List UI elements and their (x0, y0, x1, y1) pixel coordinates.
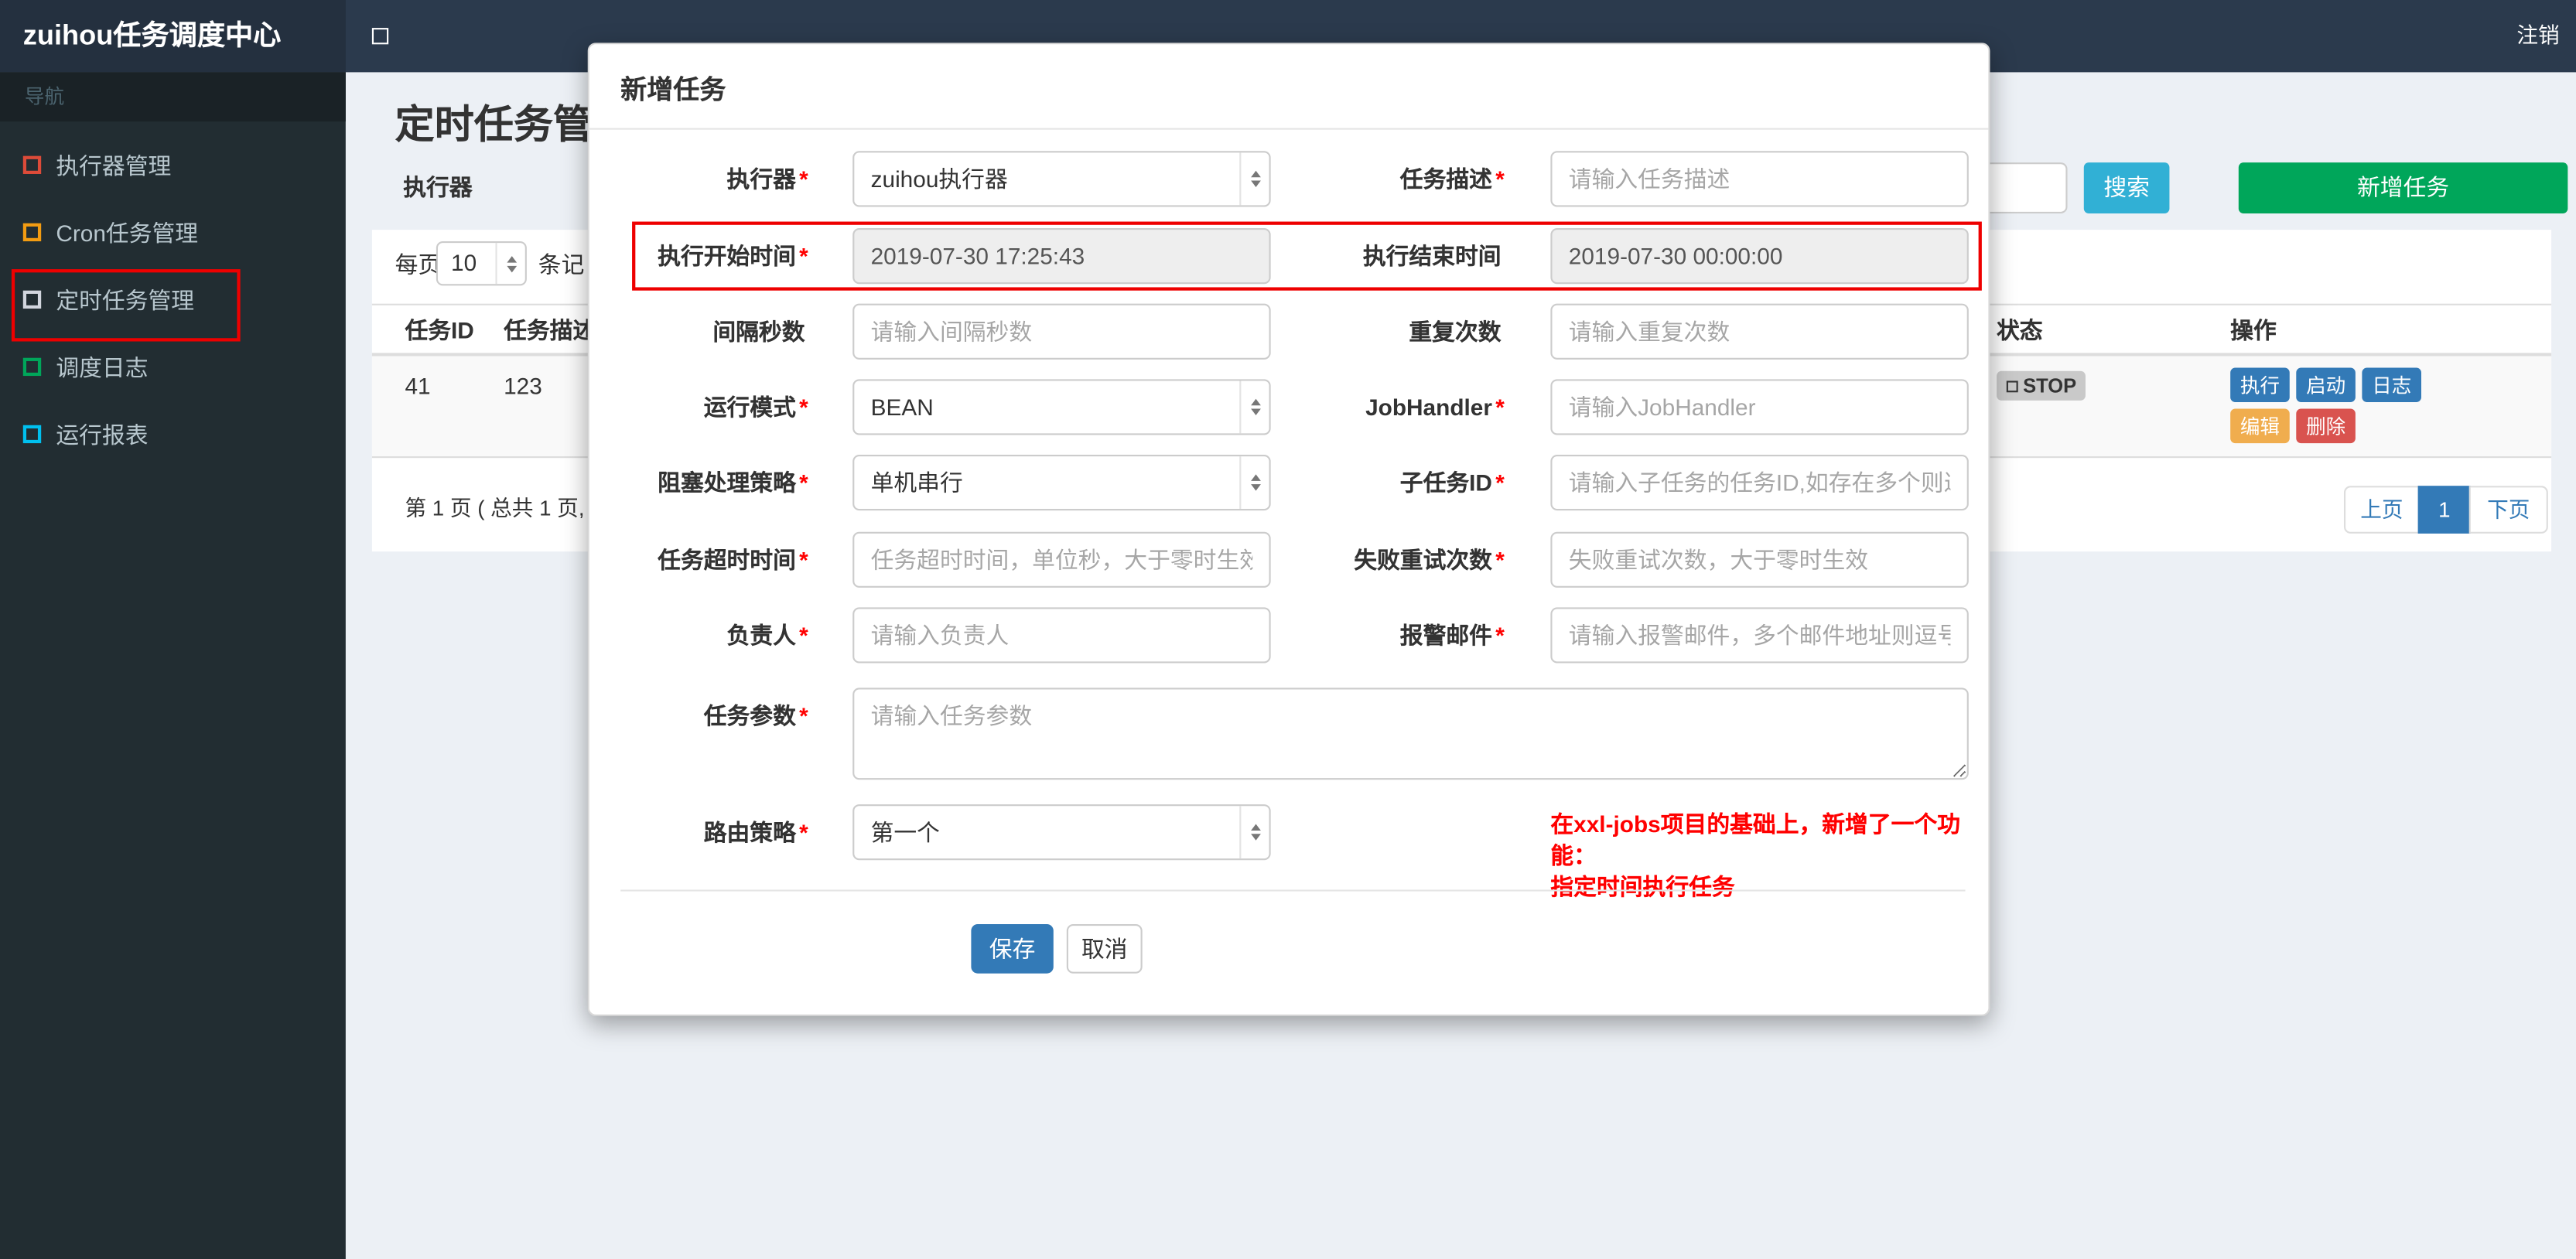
repeat-count-input[interactable] (1550, 303, 1969, 360)
add-task-button[interactable]: 新增任务 (2238, 162, 2568, 213)
modal-title: 新增任务 (620, 77, 726, 105)
cell-task-id: 41 (405, 372, 431, 399)
col-header-operation: 操作 (2230, 316, 2277, 343)
select-updown-icon (1239, 456, 1269, 510)
fail-retry-count-input[interactable] (1550, 531, 1969, 588)
col-header-task-id: 任务ID (405, 316, 474, 343)
label-end-time: 执行结束时间 (1362, 243, 1502, 270)
task-desc-input[interactable] (1550, 151, 1969, 207)
modal-footer-divider (620, 889, 1966, 892)
sidebar-item-label: 运行报表 (56, 421, 149, 448)
select-updown-icon (1239, 806, 1269, 859)
form-row: 执行开始时间* 执行结束时间 (589, 228, 1989, 285)
label-repeat-count: 重复次数 (1409, 318, 1502, 345)
sidebar-item-scheduled-task-management[interactable]: 定时任务管理 (0, 266, 346, 333)
app-logo[interactable]: zuihou任务调度中心 (0, 0, 346, 73)
select-updown-icon (495, 243, 524, 285)
status-badge: STOP (1997, 370, 2086, 401)
search-button[interactable]: 搜索 (2083, 162, 2170, 213)
pagesize-suffix: 条记 (538, 251, 585, 278)
executor-filter-label: 执行器 (403, 173, 473, 200)
col-header-task-desc: 任务描述 (504, 316, 596, 343)
square-icon (22, 155, 42, 174)
label-task-timeout: 任务超时时间 * (658, 546, 808, 573)
sidebar-toggle-icon[interactable] (371, 28, 389, 45)
form-row: 阻塞处理策略 * 单机串行 子任务ID * (589, 454, 1989, 511)
end-time-input[interactable] (1550, 228, 1969, 285)
square-icon (22, 425, 42, 444)
sidebar: 导航 执行器管理 Cron任务管理 定时任务管理 调度日志 运行报表 (0, 72, 346, 1259)
label-alarm-email: 报警邮件 * (1399, 622, 1505, 649)
cell-task-desc: 123 (504, 372, 542, 399)
task-params-textarea[interactable] (852, 688, 1969, 780)
sidebar-item-dispatch-log[interactable]: 调度日志 (0, 333, 346, 401)
logout-link[interactable]: 注销 (2507, 0, 2570, 72)
sidebar-item-label: 执行器管理 (56, 152, 172, 179)
pagination-next-button[interactable]: 下页 (2468, 486, 2548, 534)
start-button[interactable]: 启动 (2296, 367, 2356, 403)
save-button[interactable]: 保存 (971, 924, 1054, 974)
form-row: 负责人* 报警邮件* (589, 607, 1989, 664)
edit-button[interactable]: 编辑 (2230, 408, 2290, 444)
label-owner: 负责人 * (726, 622, 808, 649)
label-executor: 执行器 * (726, 165, 808, 193)
form-row: 间隔秒数 重复次数 (589, 303, 1989, 360)
pagination-summary: 第 1 页 ( 总共 1 页, 1 (405, 496, 603, 520)
select-updown-icon (1239, 152, 1269, 206)
start-time-input[interactable] (852, 228, 1271, 285)
label-run-mode: 运行模式 * (703, 394, 808, 421)
pagesize-prefix: 每页 (395, 251, 442, 278)
modal-header-divider (589, 128, 1989, 130)
pagesize-select[interactable]: 10 (436, 241, 527, 286)
log-button[interactable]: 日志 (2362, 367, 2422, 403)
sidebar-section-label: 导航 (0, 72, 346, 122)
add-task-modal: 新增任务 执行器* zuihou执行器 任务描述* 执行开始时间* 执行结束时间… (587, 43, 1990, 1016)
block-strategy-select[interactable]: 单机串行 (852, 454, 1271, 511)
col-header-status: 状态 (1997, 316, 2043, 343)
label-route-strategy: 路由策略 * (703, 819, 808, 846)
delete-button[interactable]: 删除 (2296, 408, 2356, 444)
run-mode-select[interactable]: BEAN (852, 379, 1271, 435)
alarm-email-input[interactable] (1550, 607, 1969, 664)
sidebar-item-run-report[interactable]: 运行报表 (0, 401, 346, 468)
form-row: 任务超时时间* 失败重试次数* (589, 531, 1989, 588)
label-block-strategy: 阻塞处理策略 * (658, 469, 808, 496)
square-icon (22, 290, 42, 309)
label-jobhandler: JobHandler * (1365, 394, 1505, 421)
row-actions: 执行 启动 日志 编辑 删除 (2230, 367, 2438, 444)
pagination-prev-button[interactable]: 上页 (2343, 486, 2420, 534)
sidebar-item-executor-management[interactable]: 执行器管理 (0, 131, 346, 199)
task-timeout-input[interactable] (852, 531, 1271, 588)
label-fail-retry-count: 失败重试次数 * (1354, 546, 1505, 573)
executor-select[interactable]: zuihou执行器 (852, 151, 1271, 207)
form-row: 执行器 * zuihou执行器 任务描述 * (589, 151, 1989, 207)
execute-button[interactable]: 执行 (2230, 367, 2290, 403)
pagination-page-1-button[interactable]: 1 (2417, 486, 2471, 534)
sidebar-item-label: 调度日志 (56, 353, 149, 380)
form-row: 运行模式 * BEAN JobHandler * (589, 379, 1989, 435)
select-updown-icon (1239, 380, 1269, 434)
sidebar-item-label: Cron任务管理 (56, 219, 199, 246)
child-task-id-input[interactable] (1550, 454, 1969, 511)
jobhandler-input[interactable] (1550, 379, 1969, 435)
feature-note: 在xxl-jobs项目的基础上，新增了一个功能： 指定时间执行任务 (1550, 810, 1961, 900)
label-interval-seconds: 间隔秒数 (712, 318, 805, 345)
square-icon (2006, 380, 2018, 392)
interval-seconds-input[interactable] (852, 303, 1271, 360)
label-task-params: 任务参数 * (703, 702, 808, 729)
cancel-button[interactable]: 取消 (1066, 924, 1143, 974)
square-icon (22, 357, 42, 377)
label-start-time: 执行开始时间 * (658, 243, 808, 270)
route-strategy-select[interactable]: 第一个 (852, 804, 1271, 861)
app-root: zuihou任务调度中心 注销 导航 执行器管理 Cron任务管理 定时任务管理… (0, 0, 2576, 1259)
sidebar-item-cron-task-management[interactable]: Cron任务管理 (0, 199, 346, 266)
sidebar-item-label: 定时任务管理 (56, 286, 195, 313)
label-task-desc: 任务描述 * (1399, 165, 1505, 193)
label-child-task-id: 子任务ID * (1399, 469, 1505, 496)
owner-input[interactable] (852, 607, 1271, 664)
square-icon (22, 223, 42, 242)
